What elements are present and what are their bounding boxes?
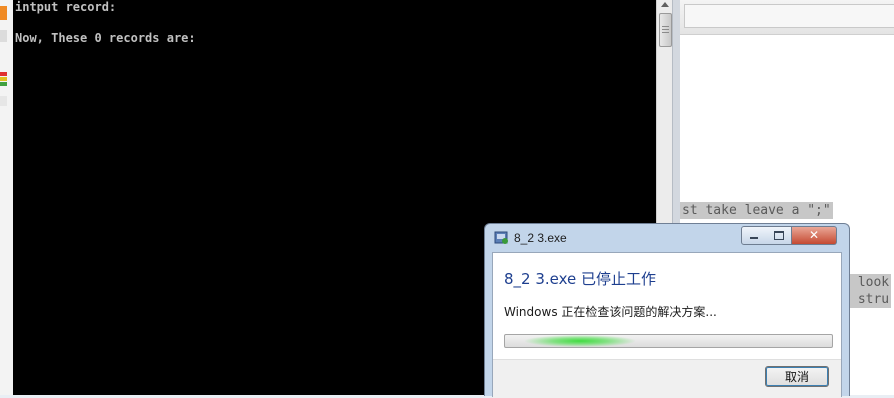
editor-toolbar xyxy=(680,0,894,35)
minimize-icon[interactable] xyxy=(741,226,768,245)
toolbar-fragment xyxy=(0,6,7,20)
maximize-icon[interactable] xyxy=(767,226,792,245)
dialog-heading: 8_2 3.exe 已停止工作 xyxy=(504,270,657,288)
color-fragment xyxy=(0,77,7,81)
close-icon[interactable]: ✕ xyxy=(792,226,837,245)
code-line: stru xyxy=(848,291,892,308)
dialog-message: Windows 正在检查该问题的解决方案... xyxy=(504,305,717,319)
color-fragment xyxy=(0,72,7,76)
error-dialog: 8_2 3.exe ✕ 8_2 3.exe 已停止工作 Windows 正在检查… xyxy=(484,223,850,398)
toolbar-fragment xyxy=(0,30,7,42)
console-line: intput record: xyxy=(15,0,117,14)
dialog-body: 8_2 3.exe 已停止工作 Windows 正在检查该问题的解决方案... … xyxy=(492,252,842,398)
code-line: st take leave a ";" xyxy=(680,202,833,219)
dialog-footer: 取消 xyxy=(493,359,841,398)
background-window-edge xyxy=(0,0,14,395)
progress-indicator xyxy=(525,335,635,347)
code-line: look xyxy=(848,274,892,291)
toolbar-fragment xyxy=(0,96,7,106)
dialog-title: 8_2 3.exe xyxy=(514,231,567,245)
cancel-button[interactable]: 取消 xyxy=(765,366,829,387)
scroll-up-arrow-icon[interactable] xyxy=(661,2,669,7)
progress-bar xyxy=(504,334,833,348)
scrollbar-thumb[interactable] xyxy=(659,13,672,47)
app-icon xyxy=(494,231,508,244)
dialog-titlebar[interactable]: 8_2 3.exe ✕ xyxy=(485,224,849,252)
color-fragment xyxy=(0,82,7,86)
editor-toolbar-field[interactable] xyxy=(684,4,894,28)
console-line: Now, These 0 records are: xyxy=(15,31,196,45)
